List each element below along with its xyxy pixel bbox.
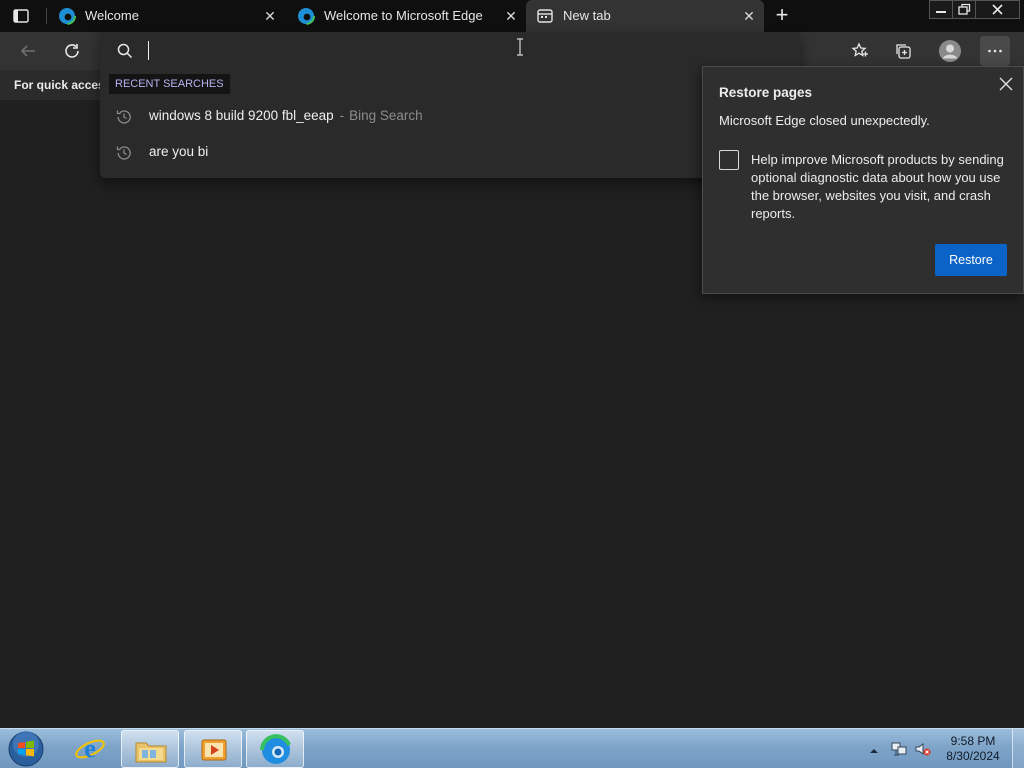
file-explorer-icon <box>135 742 167 763</box>
checkbox-label: Help improve Microsoft products by sendi… <box>751 152 1004 221</box>
suggestion-item[interactable]: are you bi <box>100 135 800 169</box>
minimize-icon[interactable] <box>929 0 953 19</box>
taskbar-file-explorer[interactable] <box>121 730 179 768</box>
diagnostic-data-checkbox[interactable] <box>719 150 739 170</box>
taskbar-media-player[interactable] <box>184 730 242 768</box>
volume-muted-icon[interactable] <box>915 741 931 757</box>
suggestion-text: are you bi <box>149 144 208 159</box>
more-dots-icon <box>988 49 1002 53</box>
close-icon[interactable] <box>997 75 1015 93</box>
restore-icon[interactable] <box>952 0 976 19</box>
tab-close-icon[interactable]: ✕ <box>739 6 759 26</box>
show-hidden-icons-button[interactable] <box>869 743 879 753</box>
tab-title: Welcome <box>85 8 139 23</box>
suggestion-separator: - <box>339 108 345 123</box>
clock-time: 9:58 PM <box>950 734 996 748</box>
edge-window: Welcome ✕ Welcome to Microsoft Edge ✕ Ne… <box>0 0 1024 768</box>
history-icon <box>115 144 133 162</box>
settings-more-button[interactable] <box>980 36 1010 66</box>
tab-welcome-to-edge[interactable]: Welcome to Microsoft Edge ✕ <box>287 0 525 32</box>
favorites-button[interactable] <box>845 36 875 66</box>
internet-explorer-icon: e <box>75 734 105 763</box>
profile-button[interactable] <box>935 36 965 66</box>
chevron-up-icon <box>870 749 878 753</box>
address-bar-dropdown: RECENT SEARCHES windows 8 build 9200 fbl… <box>100 32 800 178</box>
history-icon <box>115 108 133 126</box>
restore-button[interactable]: Restore <box>935 244 1007 276</box>
recent-searches-label: RECENT SEARCHES <box>109 74 230 94</box>
taskbar-edge[interactable] <box>246 730 304 768</box>
start-button[interactable] <box>6 730 46 768</box>
clock-date: 8/30/2024 <box>946 749 1000 763</box>
suggestion-query: windows 8 build 9200 fbl_eeap <box>149 108 334 123</box>
search-icon <box>117 43 133 59</box>
tab-close-icon[interactable]: ✕ <box>501 6 521 26</box>
tab-separator <box>46 8 47 24</box>
address-input[interactable] <box>150 37 770 63</box>
suggestion-text: windows 8 build 9200 fbl_eeap - Bing Searc… <box>149 108 423 123</box>
taskbar-clock[interactable]: 9:58 PM 8/30/2024 <box>940 734 1006 764</box>
refresh-icon <box>65 44 79 58</box>
ibeam-cursor-icon <box>516 38 524 56</box>
edge-icon <box>260 734 291 764</box>
avatar <box>939 40 961 62</box>
edge-icon <box>58 7 76 25</box>
tab-title: New tab <box>563 8 611 23</box>
show-desktop-button[interactable] <box>1012 729 1024 768</box>
favorites-bar-text: For quick access <box>14 78 112 92</box>
favorites-star-icon <box>851 42 868 57</box>
close-icon[interactable] <box>975 0 1020 19</box>
tab-welcome[interactable]: Welcome ✕ <box>48 0 286 32</box>
text-caret <box>148 41 149 60</box>
edge-icon <box>297 7 315 25</box>
restore-pages-dialog: Restore pages Microsoft Edge closed unex… <box>702 66 1024 294</box>
windows-logo-icon <box>8 731 44 767</box>
collections-icon <box>896 44 911 59</box>
tab-new-tab[interactable]: New tab ✕ <box>526 0 764 32</box>
tab-title: Welcome to Microsoft Edge <box>324 8 483 23</box>
tab-close-icon[interactable]: ✕ <box>260 6 280 26</box>
collections-button[interactable] <box>889 36 919 66</box>
new-tab-button[interactable]: + <box>770 4 794 28</box>
tab-actions-icon[interactable] <box>12 7 30 25</box>
dialog-title: Restore pages <box>719 85 813 100</box>
suggestion-source: Bing Search <box>349 108 423 123</box>
taskbar: e 9:58 PM 8/30/2024 <box>0 728 1024 768</box>
suggestion-query: are you bi <box>149 144 209 159</box>
network-icon[interactable] <box>891 741 907 757</box>
media-player-icon <box>201 739 227 761</box>
back-button[interactable] <box>13 36 43 66</box>
back-arrow-icon <box>20 45 35 57</box>
newtab-page-icon <box>536 7 554 25</box>
svg-text:e: e <box>84 734 96 763</box>
suggestion-item[interactable]: windows 8 build 9200 fbl_eeap - Bing Searc… <box>100 99 800 133</box>
dialog-message: Microsoft Edge closed unexpectedly. <box>719 113 930 128</box>
taskbar-internet-explorer[interactable]: e <box>61 730 119 768</box>
refresh-button[interactable] <box>57 36 87 66</box>
tab-strip: Welcome ✕ Welcome to Microsoft Edge ✕ Ne… <box>0 0 1024 32</box>
